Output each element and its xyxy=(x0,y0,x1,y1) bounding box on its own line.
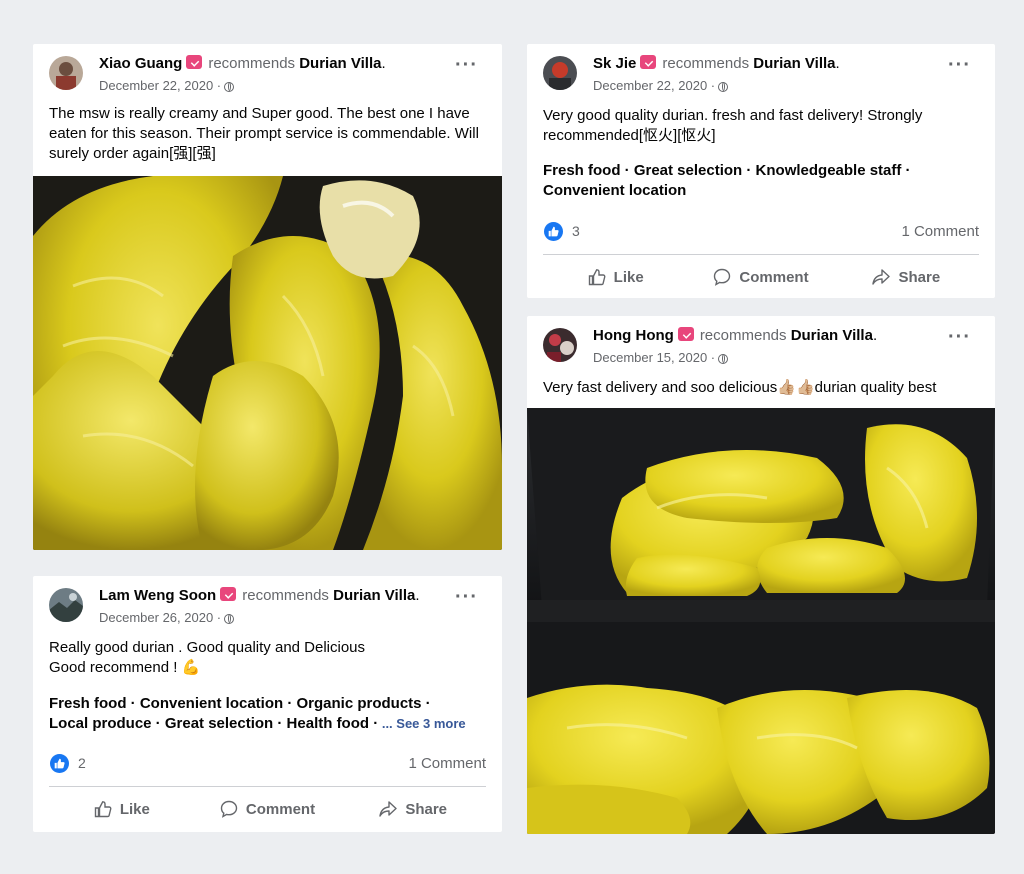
recommend-badge-icon xyxy=(220,587,237,601)
author-name[interactable]: Xiao Guang xyxy=(99,55,182,72)
page-name[interactable]: Durian Villa xyxy=(299,55,381,72)
globe-icon xyxy=(224,82,235,92)
more-options-icon[interactable]: ··· xyxy=(455,587,478,607)
comment-button[interactable]: Comment xyxy=(688,268,833,286)
more-options-icon[interactable]: ··· xyxy=(948,55,971,75)
avatar[interactable] xyxy=(49,588,83,622)
recommends-text: recommends xyxy=(208,55,296,72)
post-card-hong-hong: Hong Hong recommends Durian Villa. Decemb… xyxy=(527,316,995,834)
post-date[interactable]: December 15, 2020 · xyxy=(593,350,715,365)
post-header: Hong Hong recommends Durian Villa. Decemb… xyxy=(527,316,995,372)
author-name[interactable]: Sk Jie xyxy=(593,55,636,72)
comment-count[interactable]: 1 Comment xyxy=(901,223,979,240)
like-icon xyxy=(94,801,112,818)
post-card-sk-jie: Sk Jie recommends Durian Villa. December … xyxy=(527,44,995,298)
comment-button[interactable]: Comment xyxy=(195,800,341,818)
post-text: Very good quality durian. fresh and fast… xyxy=(543,107,923,144)
post-header: Lam Weng Soon recommends Durian Villa. De… xyxy=(33,576,502,632)
post-date[interactable]: December 22, 2020 · xyxy=(593,78,715,93)
recommendation-tags: Fresh food · Great selection · Knowledge… xyxy=(543,162,911,199)
globe-icon xyxy=(718,354,729,364)
share-button[interactable]: Share xyxy=(340,800,486,818)
author-name[interactable]: Hong Hong xyxy=(593,327,674,344)
like-reaction-icon[interactable] xyxy=(50,754,69,773)
recommends-text: recommends xyxy=(699,327,787,344)
like-button[interactable]: Like xyxy=(543,268,688,286)
durian-photo[interactable] xyxy=(527,408,995,834)
comment-icon xyxy=(714,268,731,286)
like-count[interactable]: 2 xyxy=(78,755,86,771)
share-button[interactable]: Share xyxy=(834,268,979,286)
see-more-link[interactable]: ... See 3 more xyxy=(378,716,466,731)
page-name[interactable]: Durian Villa xyxy=(753,55,835,72)
recommendation-tags: Fresh food · Convenient location · Organ… xyxy=(49,695,466,732)
like-icon xyxy=(588,269,606,286)
globe-icon xyxy=(224,614,235,624)
share-icon xyxy=(872,269,891,285)
recommend-badge-icon xyxy=(677,327,694,341)
post-header: Xiao Guang recommends Durian Villa. Decem… xyxy=(33,44,502,100)
reaction-stats: 3 1 Comment xyxy=(527,212,995,252)
like-reaction-icon[interactable] xyxy=(544,222,563,241)
share-icon xyxy=(379,801,398,817)
like-count[interactable]: 3 xyxy=(572,223,580,239)
like-button[interactable]: Like xyxy=(49,800,195,818)
page-name[interactable]: Durian Villa xyxy=(333,587,415,604)
avatar[interactable] xyxy=(543,328,577,362)
author-name[interactable]: Lam Weng Soon xyxy=(99,587,216,604)
comment-count[interactable]: 1 Comment xyxy=(408,755,486,772)
post-card-xiao-guang: Xiao Guang recommends Durian Villa. Decem… xyxy=(33,44,502,550)
post-date[interactable]: December 26, 2020 · xyxy=(99,610,221,625)
more-options-icon[interactable]: ··· xyxy=(948,327,971,347)
durian-photo[interactable] xyxy=(33,176,502,550)
post-header: Sk Jie recommends Durian Villa. December … xyxy=(527,44,995,100)
page-name[interactable]: Durian Villa xyxy=(791,327,873,344)
more-options-icon[interactable]: ··· xyxy=(455,55,478,75)
recommend-badge-icon xyxy=(186,55,203,69)
avatar[interactable] xyxy=(49,56,83,90)
action-bar: Like Comment Share xyxy=(49,786,486,831)
post-date[interactable]: December 22, 2020 · xyxy=(99,78,221,93)
recommends-text: recommends xyxy=(242,587,329,604)
post-card-lam-weng-soon: Lam Weng Soon recommends Durian Villa. De… xyxy=(33,576,502,832)
avatar[interactable] xyxy=(543,56,577,90)
recommend-badge-icon xyxy=(640,55,657,69)
post-text: The msw is really creamy and Super good.… xyxy=(49,105,479,162)
action-bar: Like Comment Share xyxy=(543,254,979,298)
comment-icon xyxy=(220,800,238,818)
globe-icon xyxy=(718,82,729,92)
post-text: Very fast delivery and soo delicious👍🏼👍🏼… xyxy=(543,379,937,396)
recommends-text: recommends xyxy=(662,55,750,72)
reaction-stats: 2 1 Comment xyxy=(33,744,502,784)
post-text: Really good durian . Good quality and De… xyxy=(49,639,366,676)
